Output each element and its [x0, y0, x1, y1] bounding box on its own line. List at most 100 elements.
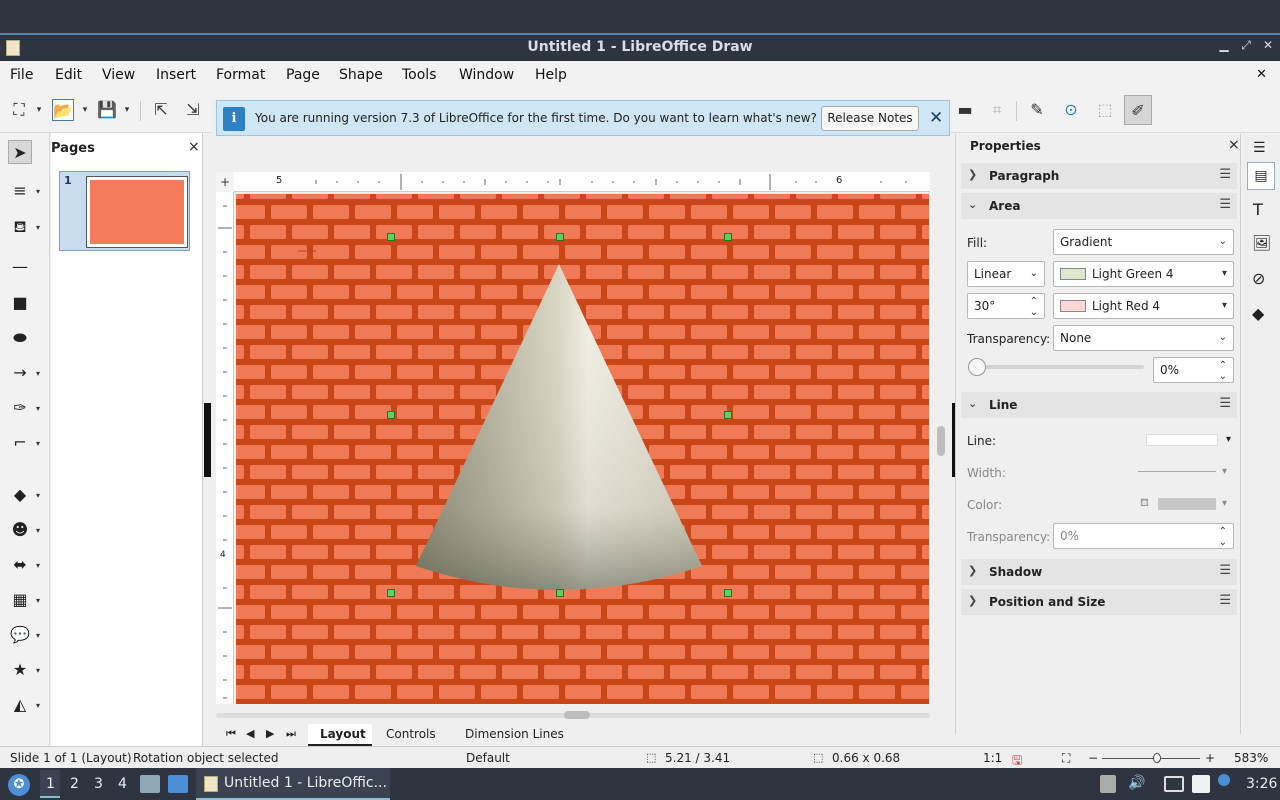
curve-icon[interactable]: ✑ — [8, 396, 32, 420]
gradient-angle-spinner[interactable]: 30° ⌃ ⌄ — [967, 293, 1045, 319]
open-dropdown-icon[interactable]: ▾ — [80, 99, 90, 121]
tab-dimension-lines[interactable]: Dimension Lines — [465, 727, 564, 741]
stars-icon[interactable]: ★ — [8, 658, 32, 682]
line-color-icon[interactable]: ≡ — [8, 179, 32, 203]
selection-handle-top-left[interactable] — [387, 233, 395, 241]
volume-icon[interactable]: 🔊 — [1128, 775, 1145, 791]
pages-panel-close-icon[interactable]: × — [188, 139, 200, 155]
ellipse-icon[interactable]: ⬬ — [8, 326, 32, 350]
section-paragraph[interactable]: ❯ Paragraph ☰ — [961, 163, 1237, 189]
menu-help[interactable]: Help — [535, 67, 567, 83]
zoom-in-icon[interactable]: + — [1205, 751, 1215, 765]
stars-dropdown-icon[interactable]: ▾ — [36, 666, 44, 675]
display-icon[interactable] — [1164, 776, 1184, 792]
properties-deck-icon[interactable]: ▤ — [1247, 162, 1275, 190]
minimize-icon[interactable]: ▁ — [1216, 38, 1232, 56]
line-color-dropdown-icon[interactable]: ▾ — [36, 187, 44, 196]
sidebar-close-icon[interactable]: × — [1228, 137, 1240, 153]
save-dropdown-icon[interactable]: ▾ — [122, 99, 132, 121]
paragraph-more-options-icon[interactable]: ☰ — [1219, 167, 1231, 182]
infobar-close-icon[interactable]: ✕ — [929, 108, 943, 128]
section-line[interactable]: ⌄ Line ☰ — [961, 392, 1237, 418]
first-page-icon[interactable]: ⏮ — [226, 727, 236, 741]
selection-handle-bottom-left[interactable] — [387, 589, 395, 597]
start-menu-icon[interactable]: ✪ — [8, 774, 30, 796]
spinner-arrows-icon[interactable]: ⌃ ⌄ — [1219, 360, 1227, 382]
menu-tools[interactable]: Tools — [402, 67, 437, 83]
points-icon[interactable]: ⊙ — [1060, 99, 1082, 121]
arrow-line-icon[interactable]: → — [8, 361, 32, 385]
symbol-shapes-icon[interactable]: ☻ — [8, 518, 32, 542]
horizontal-scroll-thumb[interactable] — [564, 711, 590, 719]
horizontal-scrollbar[interactable] — [216, 709, 930, 721]
selection-handle-bottom[interactable] — [556, 589, 564, 597]
selection-handle-top[interactable] — [556, 233, 564, 241]
select-arrow-icon[interactable]: ➤ — [8, 140, 32, 164]
selection-handle-bottom-right[interactable] — [724, 589, 732, 597]
vertical-scrollbar[interactable] — [936, 172, 946, 706]
file-manager-icon[interactable] — [140, 775, 160, 793]
previous-page-icon[interactable]: ◀ — [246, 727, 254, 740]
save-icon[interactable]: 💾 — [96, 99, 118, 121]
page-thumbnail-item[interactable]: 1 — [59, 171, 190, 251]
styles-deck-icon[interactable]: T — [1253, 200, 1263, 219]
position-more-options-icon[interactable]: ☰ — [1219, 593, 1231, 608]
shadow-more-options-icon[interactable]: ☰ — [1219, 563, 1231, 578]
menu-insert[interactable]: Insert — [156, 67, 196, 83]
next-page-icon[interactable]: ▶ — [266, 727, 274, 740]
line-style-icon[interactable]: ✎ — [1026, 99, 1048, 121]
block-arrows-icon[interactable]: ⬌ — [8, 553, 32, 577]
close-document-icon[interactable]: ✕ — [1256, 67, 1267, 82]
tab-layout[interactable]: Layout — [320, 727, 366, 741]
menu-file[interactable]: File — [10, 67, 33, 83]
shadow-icon[interactable]: ▬ — [954, 99, 976, 121]
show-draw-functions-icon[interactable]: ✐ — [1124, 95, 1152, 125]
flowchart-icon[interactable]: ▦ — [8, 588, 32, 612]
workspace-1[interactable]: 1 — [46, 776, 55, 792]
taskbar-window-button[interactable]: Untitled 1 - LibreOffic... — [196, 768, 390, 800]
basic-shapes-icon[interactable]: ◆ — [8, 483, 32, 507]
connector-dropdown-icon[interactable]: ▾ — [36, 439, 44, 448]
rectangle-icon[interactable]: ■ — [8, 291, 32, 315]
line-icon[interactable]: — — [8, 255, 32, 279]
gradient-type-select[interactable]: Linear ⌄ — [967, 261, 1045, 287]
line-width-preview[interactable] — [1138, 471, 1216, 472]
zoom-slider-track[interactable] — [1102, 758, 1200, 759]
line-width-dropdown-icon[interactable]: ▾ — [1222, 466, 1227, 477]
close-window-icon[interactable]: ✕ — [1260, 38, 1276, 56]
export-icon[interactable]: ⇱ — [150, 99, 172, 121]
open-icon[interactable]: 📂 — [52, 99, 74, 121]
restore-icon[interactable]: ⤢ — [1238, 38, 1254, 56]
gradient-to-color-select[interactable]: Light Red 4 ▾ — [1053, 293, 1234, 319]
arrow-line-dropdown-icon[interactable]: ▾ — [36, 369, 44, 378]
last-page-icon[interactable]: ⏭ — [286, 727, 296, 741]
gallery-deck-icon[interactable]: 🖼 — [1252, 234, 1271, 252]
line-color-picker-icon[interactable]: ⛾ — [1140, 496, 1149, 511]
flowchart-dropdown-icon[interactable]: ▾ — [36, 596, 44, 605]
horizontal-ruler[interactable]: + 5 6 — [216, 172, 930, 192]
shapes-deck-icon[interactable]: ◆ — [1252, 304, 1264, 323]
callout-dropdown-icon[interactable]: ▾ — [36, 631, 44, 640]
line-style-dropdown-icon[interactable]: ▾ — [1226, 434, 1231, 445]
section-shadow[interactable]: ❯ Shadow ☰ — [961, 559, 1237, 585]
area-transparency-select[interactable]: None ⌄ — [1053, 325, 1234, 351]
sidebar-menu-icon[interactable]: ☰ — [1253, 140, 1266, 156]
callout-icon[interactable]: 💬 — [8, 623, 32, 647]
workspace-2[interactable]: 2 — [70, 776, 79, 792]
basic-shapes-dropdown-icon[interactable]: ▾ — [36, 491, 44, 500]
toggle-extrusion-icon[interactable]: ⬚ — [1094, 99, 1116, 121]
clipboard-icon[interactable] — [1192, 775, 1210, 793]
crop-icon[interactable]: ⌗ — [986, 99, 1008, 121]
menu-page[interactable]: Page — [286, 67, 320, 83]
drawing-canvas[interactable] — [236, 194, 929, 704]
spinner-arrows-icon[interactable]: ⌃ ⌄ — [1030, 296, 1038, 318]
selection-handle-top-right[interactable] — [724, 233, 732, 241]
status-zoom[interactable]: 583% — [1234, 751, 1268, 765]
zoom-dropdown-icon[interactable]: ▾ — [34, 99, 44, 121]
release-notes-button[interactable]: Release Notes — [821, 106, 919, 131]
selection-handle-right[interactable] — [724, 411, 732, 419]
tray-storage-icon[interactable] — [1100, 775, 1116, 793]
curve-dropdown-icon[interactable]: ▾ — [36, 404, 44, 413]
fill-color-dropdown-icon[interactable]: ▾ — [36, 223, 44, 232]
3d-objects-dropdown-icon[interactable]: ▾ — [36, 701, 44, 710]
